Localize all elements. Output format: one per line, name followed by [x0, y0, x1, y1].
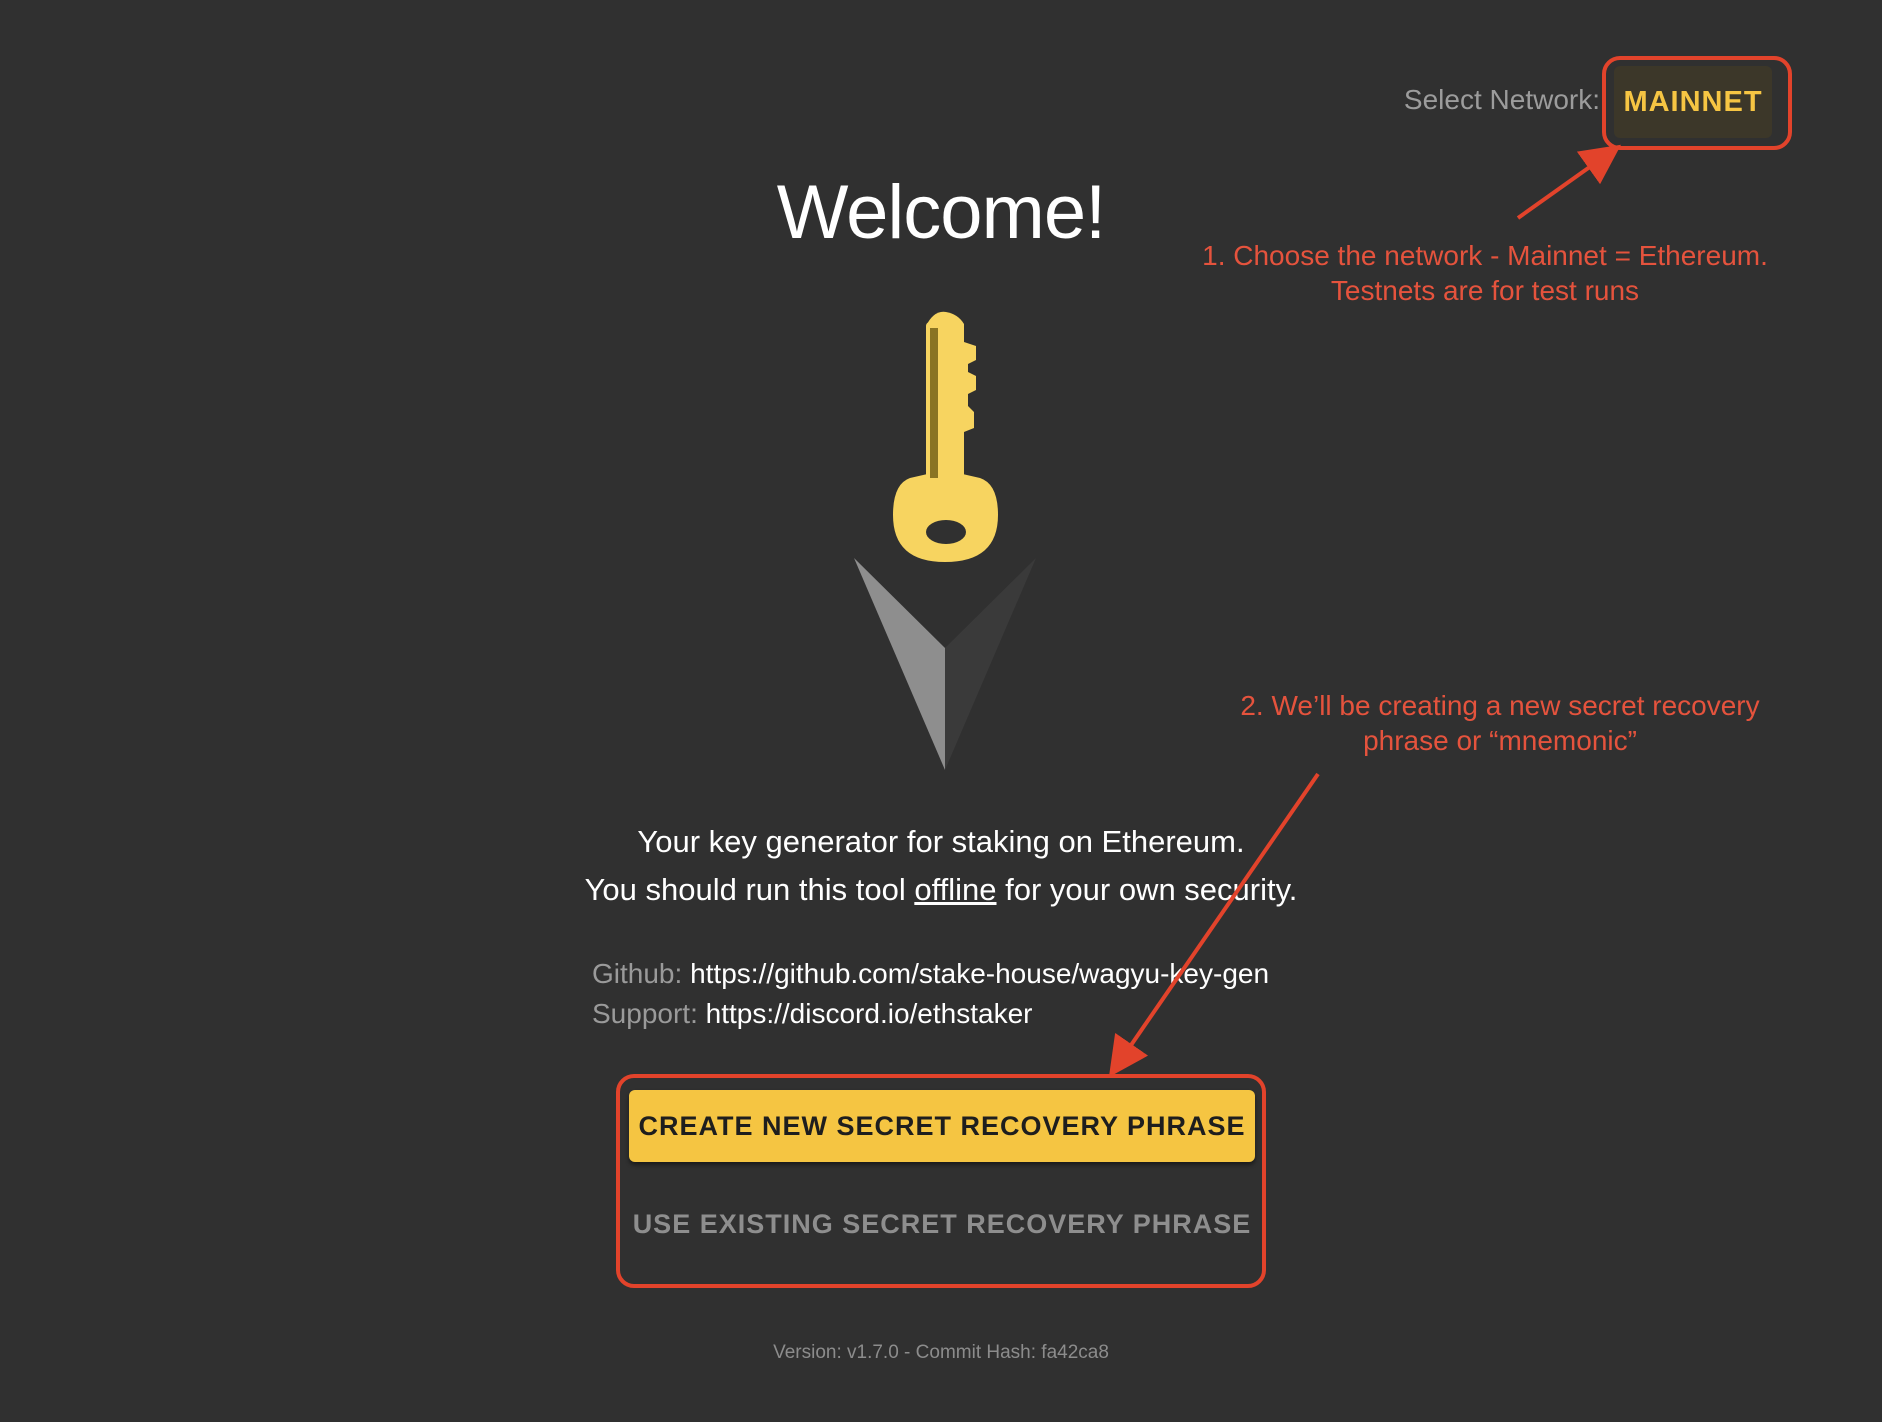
annotation-highlight-buttons	[616, 1074, 1266, 1288]
annotation-note-1: 1. Choose the network - Mainnet = Ethere…	[1170, 238, 1800, 308]
tagline: Your key generator for staking on Ethere…	[441, 818, 1441, 914]
annotation-note-1-line-2: Testnets are for test runs	[1330, 275, 1640, 306]
github-label: Github:	[592, 958, 683, 989]
key-shape	[893, 311, 998, 562]
tagline-line-1: Your key generator for staking on Ethere…	[637, 824, 1245, 859]
arrowhead-right	[945, 558, 1036, 770]
links-block: Github: https://github.com/stake-house/w…	[592, 954, 1269, 1034]
tagline-line-2: You should run this tool offline for you…	[441, 866, 1441, 914]
arrowhead-left	[854, 558, 945, 770]
annotation-note-2-line-1: 2. We’ll be creating a new secret recove…	[1240, 690, 1760, 721]
annotation-note-1-line-1: 1. Choose the network - Mainnet = Ethere…	[1202, 240, 1768, 271]
github-row: Github: https://github.com/stake-house/w…	[592, 954, 1269, 994]
annotation-note-2-line-2: phrase or “mnemonic”	[1363, 725, 1637, 756]
key-icon	[854, 311, 1036, 770]
tagline-text-after: for your own security.	[996, 872, 1298, 907]
offline-link[interactable]: offline	[914, 872, 996, 907]
support-link[interactable]: https://discord.io/ethstaker	[706, 998, 1033, 1029]
annotation-arrow-1	[1516, 144, 1622, 220]
annotation-highlight-network	[1602, 56, 1792, 150]
version-info: Version: v1.7.0 - Commit Hash: fa42ca8	[773, 1342, 1109, 1363]
support-row: Support: https://discord.io/ethstaker	[592, 994, 1269, 1034]
annotation-note-2: 2. We’ll be creating a new secret recove…	[1180, 688, 1820, 758]
tagline-text-before: You should run this tool	[584, 872, 915, 907]
network-label: Select Network:	[1403, 84, 1600, 115]
support-label: Support:	[592, 998, 698, 1029]
github-link[interactable]: https://github.com/stake-house/wagyu-key…	[690, 958, 1269, 989]
